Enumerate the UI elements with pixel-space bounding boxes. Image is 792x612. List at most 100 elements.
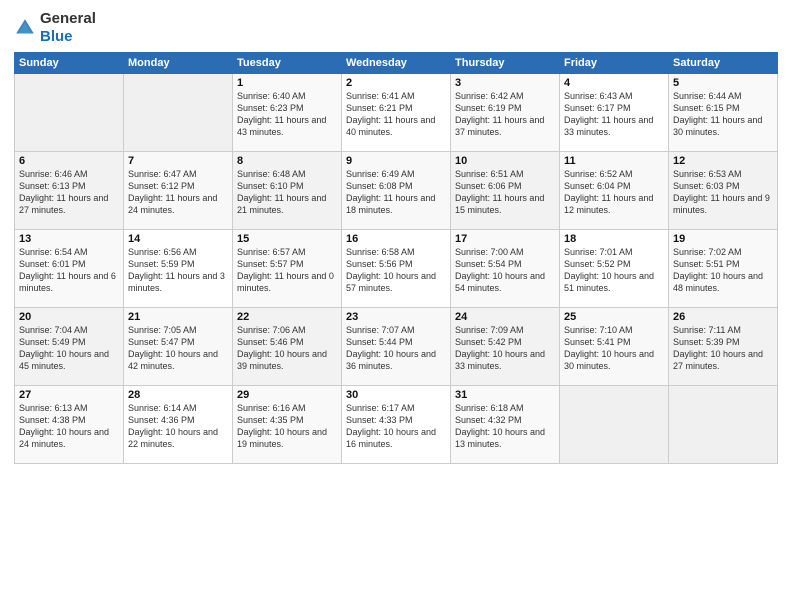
- day-info: Sunrise: 6:14 AM Sunset: 4:36 PM Dayligh…: [128, 402, 228, 451]
- weekday-header-row: SundayMondayTuesdayWednesdayThursdayFrid…: [15, 53, 778, 74]
- day-cell-19: 19Sunrise: 7:02 AM Sunset: 5:51 PM Dayli…: [669, 230, 778, 308]
- day-cell-18: 18Sunrise: 7:01 AM Sunset: 5:52 PM Dayli…: [560, 230, 669, 308]
- day-cell-3: 3Sunrise: 6:42 AM Sunset: 6:19 PM Daylig…: [451, 74, 560, 152]
- day-number: 14: [128, 233, 228, 245]
- day-info: Sunrise: 7:07 AM Sunset: 5:44 PM Dayligh…: [346, 324, 446, 373]
- day-cell-21: 21Sunrise: 7:05 AM Sunset: 5:47 PM Dayli…: [124, 308, 233, 386]
- empty-cell: [15, 74, 124, 152]
- logo-text-blue: Blue: [40, 28, 96, 46]
- weekday-header-sunday: Sunday: [15, 53, 124, 74]
- day-info: Sunrise: 7:10 AM Sunset: 5:41 PM Dayligh…: [564, 324, 664, 373]
- weekday-header-monday: Monday: [124, 53, 233, 74]
- weekday-header-wednesday: Wednesday: [342, 53, 451, 74]
- day-info: Sunrise: 6:47 AM Sunset: 6:12 PM Dayligh…: [128, 168, 228, 217]
- day-cell-30: 30Sunrise: 6:17 AM Sunset: 4:33 PM Dayli…: [342, 386, 451, 464]
- weekday-header-tuesday: Tuesday: [233, 53, 342, 74]
- day-number: 5: [673, 77, 773, 89]
- day-number: 17: [455, 233, 555, 245]
- day-cell-16: 16Sunrise: 6:58 AM Sunset: 5:56 PM Dayli…: [342, 230, 451, 308]
- logo: General Blue: [14, 10, 96, 46]
- empty-cell: [669, 386, 778, 464]
- day-number: 23: [346, 311, 446, 323]
- empty-cell: [560, 386, 669, 464]
- day-number: 7: [128, 155, 228, 167]
- day-cell-27: 27Sunrise: 6:13 AM Sunset: 4:38 PM Dayli…: [15, 386, 124, 464]
- day-cell-14: 14Sunrise: 6:56 AM Sunset: 5:59 PM Dayli…: [124, 230, 233, 308]
- day-info: Sunrise: 7:02 AM Sunset: 5:51 PM Dayligh…: [673, 246, 773, 295]
- day-cell-8: 8Sunrise: 6:48 AM Sunset: 6:10 PM Daylig…: [233, 152, 342, 230]
- day-cell-28: 28Sunrise: 6:14 AM Sunset: 4:36 PM Dayli…: [124, 386, 233, 464]
- logo-icon: [14, 17, 36, 39]
- weekday-header-saturday: Saturday: [669, 53, 778, 74]
- day-info: Sunrise: 6:48 AM Sunset: 6:10 PM Dayligh…: [237, 168, 337, 217]
- day-cell-22: 22Sunrise: 7:06 AM Sunset: 5:46 PM Dayli…: [233, 308, 342, 386]
- weekday-header-friday: Friday: [560, 53, 669, 74]
- calendar-table: SundayMondayTuesdayWednesdayThursdayFrid…: [14, 52, 778, 464]
- day-info: Sunrise: 6:52 AM Sunset: 6:04 PM Dayligh…: [564, 168, 664, 217]
- day-cell-1: 1Sunrise: 6:40 AM Sunset: 6:23 PM Daylig…: [233, 74, 342, 152]
- day-cell-24: 24Sunrise: 7:09 AM Sunset: 5:42 PM Dayli…: [451, 308, 560, 386]
- weekday-header-thursday: Thursday: [451, 53, 560, 74]
- day-info: Sunrise: 6:18 AM Sunset: 4:32 PM Dayligh…: [455, 402, 555, 451]
- calendar-row: 6Sunrise: 6:46 AM Sunset: 6:13 PM Daylig…: [15, 152, 778, 230]
- calendar-row: 1Sunrise: 6:40 AM Sunset: 6:23 PM Daylig…: [15, 74, 778, 152]
- day-cell-11: 11Sunrise: 6:52 AM Sunset: 6:04 PM Dayli…: [560, 152, 669, 230]
- day-number: 22: [237, 311, 337, 323]
- day-info: Sunrise: 6:42 AM Sunset: 6:19 PM Dayligh…: [455, 90, 555, 139]
- day-info: Sunrise: 7:09 AM Sunset: 5:42 PM Dayligh…: [455, 324, 555, 373]
- day-number: 18: [564, 233, 664, 245]
- day-number: 16: [346, 233, 446, 245]
- day-number: 19: [673, 233, 773, 245]
- day-info: Sunrise: 7:05 AM Sunset: 5:47 PM Dayligh…: [128, 324, 228, 373]
- calendar-row: 13Sunrise: 6:54 AM Sunset: 6:01 PM Dayli…: [15, 230, 778, 308]
- day-number: 13: [19, 233, 119, 245]
- day-number: 28: [128, 389, 228, 401]
- calendar-row: 20Sunrise: 7:04 AM Sunset: 5:49 PM Dayli…: [15, 308, 778, 386]
- day-info: Sunrise: 6:46 AM Sunset: 6:13 PM Dayligh…: [19, 168, 119, 217]
- day-number: 1: [237, 77, 337, 89]
- day-cell-26: 26Sunrise: 7:11 AM Sunset: 5:39 PM Dayli…: [669, 308, 778, 386]
- day-cell-2: 2Sunrise: 6:41 AM Sunset: 6:21 PM Daylig…: [342, 74, 451, 152]
- day-info: Sunrise: 7:00 AM Sunset: 5:54 PM Dayligh…: [455, 246, 555, 295]
- day-number: 11: [564, 155, 664, 167]
- calendar-row: 27Sunrise: 6:13 AM Sunset: 4:38 PM Dayli…: [15, 386, 778, 464]
- day-cell-29: 29Sunrise: 6:16 AM Sunset: 4:35 PM Dayli…: [233, 386, 342, 464]
- day-number: 8: [237, 155, 337, 167]
- day-cell-6: 6Sunrise: 6:46 AM Sunset: 6:13 PM Daylig…: [15, 152, 124, 230]
- day-number: 30: [346, 389, 446, 401]
- day-cell-12: 12Sunrise: 6:53 AM Sunset: 6:03 PM Dayli…: [669, 152, 778, 230]
- day-cell-25: 25Sunrise: 7:10 AM Sunset: 5:41 PM Dayli…: [560, 308, 669, 386]
- day-info: Sunrise: 7:04 AM Sunset: 5:49 PM Dayligh…: [19, 324, 119, 373]
- day-info: Sunrise: 7:01 AM Sunset: 5:52 PM Dayligh…: [564, 246, 664, 295]
- day-number: 24: [455, 311, 555, 323]
- logo-text-general: General: [40, 10, 96, 28]
- day-cell-31: 31Sunrise: 6:18 AM Sunset: 4:32 PM Dayli…: [451, 386, 560, 464]
- day-info: Sunrise: 6:16 AM Sunset: 4:35 PM Dayligh…: [237, 402, 337, 451]
- day-info: Sunrise: 6:54 AM Sunset: 6:01 PM Dayligh…: [19, 246, 119, 295]
- day-cell-17: 17Sunrise: 7:00 AM Sunset: 5:54 PM Dayli…: [451, 230, 560, 308]
- day-number: 21: [128, 311, 228, 323]
- day-info: Sunrise: 6:44 AM Sunset: 6:15 PM Dayligh…: [673, 90, 773, 139]
- day-number: 27: [19, 389, 119, 401]
- day-info: Sunrise: 6:49 AM Sunset: 6:08 PM Dayligh…: [346, 168, 446, 217]
- day-info: Sunrise: 6:58 AM Sunset: 5:56 PM Dayligh…: [346, 246, 446, 295]
- day-cell-23: 23Sunrise: 7:07 AM Sunset: 5:44 PM Dayli…: [342, 308, 451, 386]
- day-info: Sunrise: 6:43 AM Sunset: 6:17 PM Dayligh…: [564, 90, 664, 139]
- day-cell-7: 7Sunrise: 6:47 AM Sunset: 6:12 PM Daylig…: [124, 152, 233, 230]
- day-info: Sunrise: 6:56 AM Sunset: 5:59 PM Dayligh…: [128, 246, 228, 295]
- day-info: Sunrise: 6:53 AM Sunset: 6:03 PM Dayligh…: [673, 168, 773, 217]
- day-number: 26: [673, 311, 773, 323]
- day-number: 9: [346, 155, 446, 167]
- header: General Blue: [14, 10, 778, 46]
- day-cell-5: 5Sunrise: 6:44 AM Sunset: 6:15 PM Daylig…: [669, 74, 778, 152]
- page-container: General Blue SundayMondayTuesdayWednesda…: [0, 0, 792, 472]
- day-number: 20: [19, 311, 119, 323]
- day-number: 15: [237, 233, 337, 245]
- day-number: 4: [564, 77, 664, 89]
- day-info: Sunrise: 6:51 AM Sunset: 6:06 PM Dayligh…: [455, 168, 555, 217]
- day-number: 2: [346, 77, 446, 89]
- day-info: Sunrise: 7:11 AM Sunset: 5:39 PM Dayligh…: [673, 324, 773, 373]
- day-info: Sunrise: 6:40 AM Sunset: 6:23 PM Dayligh…: [237, 90, 337, 139]
- day-info: Sunrise: 6:13 AM Sunset: 4:38 PM Dayligh…: [19, 402, 119, 451]
- day-info: Sunrise: 7:06 AM Sunset: 5:46 PM Dayligh…: [237, 324, 337, 373]
